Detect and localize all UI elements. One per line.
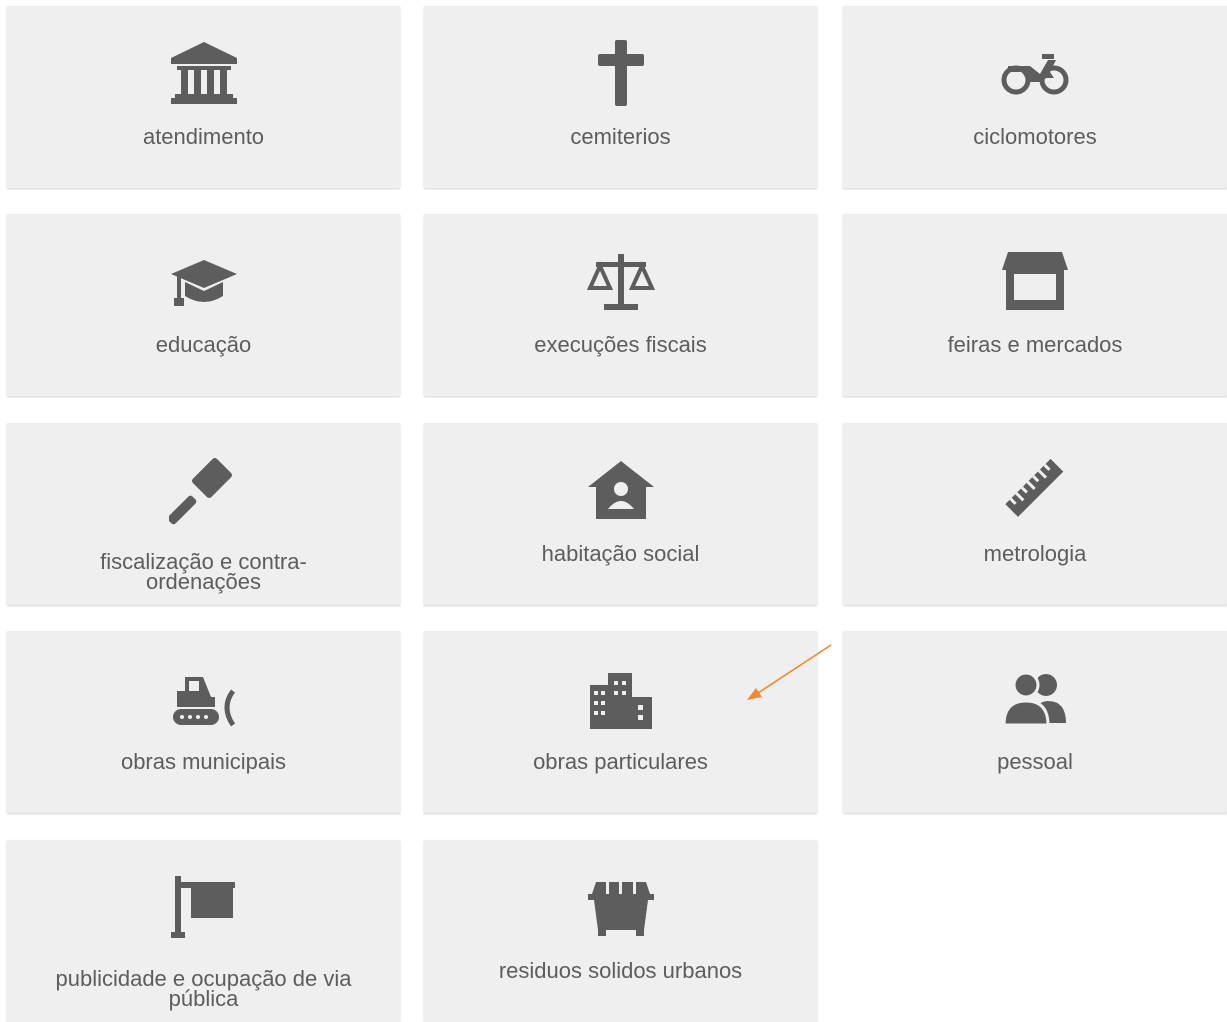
tile-obras-particulares[interactable]: obras particulares [424,631,817,813]
tile-label: fiscalização e contra- ordenações [7,551,400,594]
tile-label: feiras e mercados [947,332,1123,357]
store-icon [1000,246,1070,316]
tile-ciclomotores[interactable]: ciclomotores [843,6,1227,188]
tile-label: ciclomotores [973,124,1097,149]
tile-publicidade[interactable]: publicidade e ocupação de via pública [7,840,400,1022]
tile-obras-municipais[interactable]: obras municipais [7,631,400,813]
tile-fiscalizacao[interactable]: fiscalização e contra- ordenações [7,423,400,605]
graduation-cap-icon [169,246,239,316]
scale-icon [586,246,656,316]
cross-icon [586,38,656,108]
tile-label: pessoal [997,749,1073,774]
bank-icon [169,38,239,108]
tile-label: educação [155,332,252,357]
tile-label: metrologia [983,541,1087,566]
sign-icon [169,872,239,942]
tile-label: publicidade e ocupação de via pública [7,968,400,1011]
city-buildings-icon [586,663,656,733]
tile-execucoes-fiscais[interactable]: execuções fiscais [424,214,817,396]
tile-label-line2: ordenações [146,569,261,594]
tile-label: habitação social [541,541,700,566]
tile-metrologia[interactable]: metrologia [843,423,1227,605]
bulldozer-icon [169,663,239,733]
motorcycle-icon [1000,38,1070,108]
tile-label: obras municipais [120,749,287,774]
tile-label: obras particulares [533,749,708,774]
tile-label: residuos solidos urbanos [498,958,743,983]
users-icon [1000,663,1070,733]
tile-label-line2: pública [168,986,239,1011]
dumpster-icon [586,872,656,942]
tile-label: atendimento [142,124,265,149]
ruler-icon [1000,455,1070,525]
tile-habitacao-social[interactable]: habitação social [424,423,817,605]
tile-atendimento[interactable]: atendimento [7,6,400,188]
tile-feiras-e-mercados[interactable]: feiras e mercados [843,214,1227,396]
tile-pessoal[interactable]: pessoal [843,631,1227,813]
tile-cemiterios[interactable]: cemiterios [424,6,817,188]
tile-label: cemiterios [570,124,671,149]
tile-educacao[interactable]: educação [7,214,400,396]
gavel-icon [168,455,239,525]
house-user-icon [586,455,656,525]
tile-label: execuções fiscais [534,332,707,357]
tile-residuos[interactable]: residuos solidos urbanos [424,840,817,1022]
